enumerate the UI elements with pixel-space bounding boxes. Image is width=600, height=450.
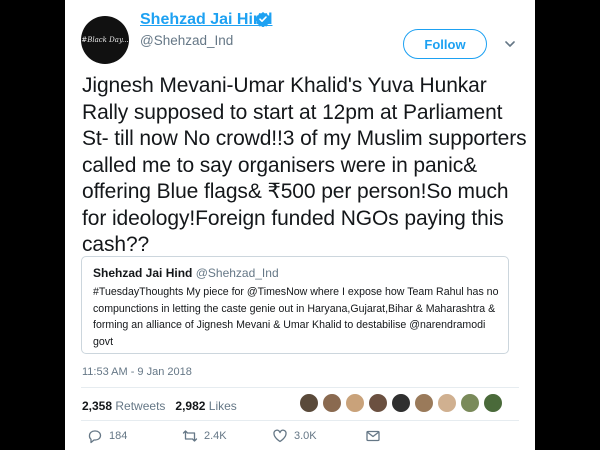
liker-avatar[interactable] [460,393,480,413]
author-handle[interactable]: @Shehzad_Ind [140,33,233,48]
tweet-actions: 184 2.4K 3.0K [82,428,512,450]
follow-button[interactable]: Follow [403,29,487,59]
avatar-text: #Black Day... [81,36,129,44]
liker-avatar[interactable] [299,393,319,413]
avatar[interactable]: #Black Day... [81,16,129,64]
liker-avatar[interactable] [345,393,365,413]
engagement-stats: 2,358 Retweets 2,982 Likes [82,399,237,413]
quoted-tweet[interactable]: Shehzad Jai Hind @Shehzad_Ind #TuesdayTh… [81,256,509,354]
like-button[interactable]: 3.0K [272,428,317,444]
divider [81,387,519,388]
divider [81,420,519,421]
tweet-timestamp[interactable]: 11:53 AM - 9 Jan 2018 [82,366,192,378]
liker-avatar[interactable] [391,393,411,413]
author-display-name[interactable]: Shehzad Jai Hind [140,11,272,29]
reply-icon [88,430,102,444]
liker-avatar[interactable] [437,393,457,413]
likes-label[interactable]: Likes [209,399,237,413]
retweets-count[interactable]: 2,358 [82,399,112,413]
quoted-author-name: Shehzad Jai Hind [93,266,193,280]
likes-count[interactable]: 2,982 [175,399,205,413]
heart-icon [273,429,287,443]
retweet-icon [182,430,198,442]
liker-avatar[interactable] [414,393,434,413]
likers-avatars [299,393,506,415]
chevron-down-icon[interactable] [504,38,516,50]
like-count: 3.0K [294,430,317,442]
tweet-text: Jignesh Mevani-Umar Khalid's Yuva Hunkar… [82,74,527,256]
retweets-label[interactable]: Retweets [115,399,165,413]
tweet-card: #Black Day... Shehzad Jai Hind @Shehzad_… [65,0,535,450]
retweet-button[interactable]: 2.4K [182,428,227,444]
liker-avatar[interactable] [322,393,342,413]
verified-badge-icon [255,12,271,27]
reply-button[interactable]: 184 [87,428,127,444]
envelope-icon [366,430,380,442]
liker-avatar[interactable] [483,393,503,413]
quoted-tweet-header: Shehzad Jai Hind @Shehzad_Ind [93,266,279,280]
retweet-count: 2.4K [204,430,227,442]
quoted-tweet-text: #TuesdayThoughts My piece for @TimesNow … [93,286,499,348]
tweet-header: #Black Day... Shehzad Jai Hind @Shehzad_… [65,0,535,70]
liker-avatar[interactable] [368,393,388,413]
reply-count: 184 [109,430,128,442]
direct-message-button[interactable] [365,428,387,444]
quoted-author-handle: @Shehzad_Ind [195,266,279,280]
